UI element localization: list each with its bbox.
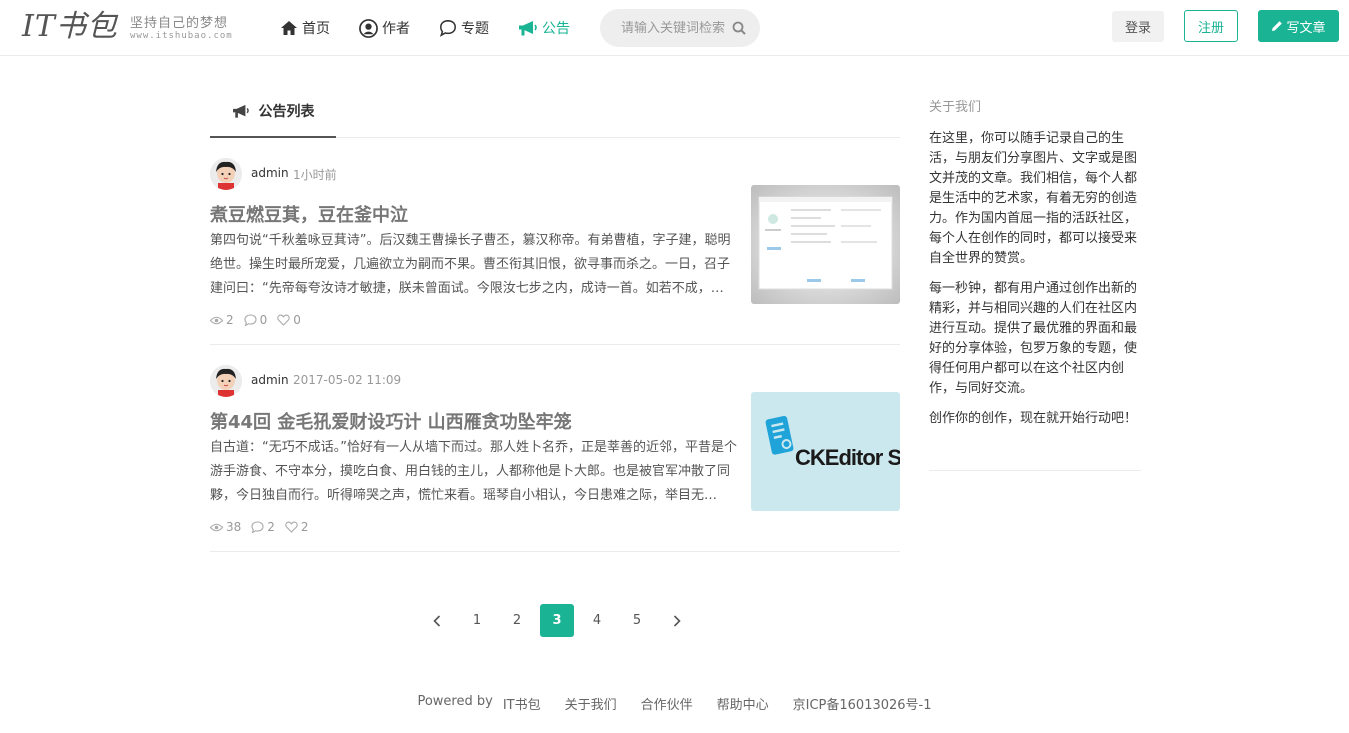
speech-bubble-icon: [439, 20, 456, 37]
announcement-list: 公告列表 admin 1小时前 煮豆燃豆萁，豆在釜中泣 第四句说“千秋羞咏豆萁诗…: [210, 56, 900, 552]
top-header: IT书包 坚持自己的梦想 www.itshubao.com 首页 作者 专题 公…: [0, 0, 1349, 56]
nav-authors[interactable]: 作者: [359, 0, 410, 56]
avatar[interactable]: [210, 365, 242, 397]
comment-count[interactable]: 0: [244, 313, 268, 327]
article-item: admin 2017-05-02 11:09 第44回 金毛犼爱财设巧计 山西雁…: [210, 345, 900, 552]
comment-icon: [244, 314, 257, 326]
tab-announcement-list[interactable]: 公告列表: [210, 90, 336, 138]
like-count[interactable]: 2: [285, 520, 309, 534]
nav-topics[interactable]: 专题: [439, 0, 489, 56]
footer-link-help[interactable]: 帮助中心: [717, 694, 769, 713]
page-4-button[interactable]: 4: [580, 604, 614, 637]
ckeditor-logo: CKEditor SDK: [751, 392, 900, 511]
page-1-button[interactable]: 1: [460, 604, 494, 637]
user-circle-icon: [359, 18, 378, 38]
footer-link-partners[interactable]: 合作伙伴: [641, 694, 693, 713]
nav-announcements[interactable]: 公告: [518, 0, 570, 56]
author-name[interactable]: admin: [251, 373, 289, 387]
screenshot-thumbnail: [751, 185, 900, 304]
heart-icon: [277, 314, 291, 326]
write-article-label: 写文章: [1286, 20, 1326, 36]
chevron-left-icon: [433, 614, 441, 627]
eye-icon: [210, 316, 223, 324]
article-title[interactable]: 第44回 金毛犼爱财设巧计 山西雁贪功坠牢笼: [210, 408, 572, 434]
article-summary: 第四句说“千秋羞咏豆萁诗”。后汉魏王曹操长子曹丕，篡汉称帝。有弟曹植，字子建，聪…: [210, 233, 731, 296]
page-5-button[interactable]: 5: [620, 604, 654, 637]
site-logo[interactable]: IT书包 坚持自己的梦想 www.itshubao.com: [22, 8, 242, 48]
article-thumbnail[interactable]: [751, 185, 900, 304]
eye-icon: [210, 523, 223, 531]
main-nav: 首页 作者 专题 公告: [280, 0, 599, 56]
chevron-right-icon: [673, 614, 681, 627]
search-input[interactable]: [621, 20, 727, 36]
view-count-value: 2: [226, 313, 234, 327]
tab-label: 公告列表: [258, 104, 315, 120]
footer-powered-by: Powered by: [417, 694, 493, 709]
avatar[interactable]: [210, 158, 242, 190]
view-count-value: 38: [226, 520, 242, 534]
comment-count[interactable]: 2: [251, 520, 275, 534]
about-sidebar: 关于我们 在这里，你可以随手记录自己的生活，与朋友们分享图片、文字或是图文并茂的…: [929, 96, 1141, 471]
pencil-icon: [1272, 21, 1283, 31]
article-thumbnail[interactable]: CKEditor SDK: [751, 392, 900, 511]
author-name[interactable]: admin: [251, 166, 289, 180]
like-count[interactable]: 0: [277, 313, 301, 327]
article-meta: 2 0 0: [210, 313, 311, 327]
home-icon: [281, 21, 297, 35]
comment-icon: [251, 521, 264, 533]
nav-topics-label: 专题: [461, 21, 489, 37]
ckeditor-logo-text: CKEditor SDK: [795, 445, 900, 470]
next-page-button[interactable]: [660, 604, 694, 637]
sidebar-paragraph: 每一秒钟，都有用户通过创作出新的精彩，并与相同兴趣的人们在社区内进行互动。提供了…: [929, 281, 1138, 396]
megaphone-icon: [232, 104, 249, 118]
nav-announcements-label: 公告: [542, 21, 570, 37]
sidebar-divider: [929, 470, 1141, 471]
sidebar-paragraph: 创作你的创作，现在就开始行动吧！: [929, 411, 1138, 426]
megaphone-icon: [519, 20, 537, 35]
avatar-image: [210, 158, 242, 190]
footer: Powered by IT书包 关于我们 合作伙伴 帮助中心 京ICP备1601…: [0, 694, 1349, 713]
tab-bar: 公告列表: [210, 56, 900, 138]
page-3-button[interactable]: 3: [540, 604, 574, 637]
article-summary: 自古道：“无巧不成话。”恰好有一人从墙下而过。那人姓卜名乔，正是莘善的近邻，平昔…: [210, 440, 737, 503]
comment-count-value: 0: [259, 313, 268, 327]
write-article-button[interactable]: 写文章: [1258, 10, 1339, 42]
nav-home[interactable]: 首页: [280, 0, 330, 56]
post-time: 1小时前: [293, 168, 337, 182]
search-box: [600, 9, 760, 47]
login-button[interactable]: 登录: [1112, 11, 1164, 42]
view-count: 38: [210, 520, 241, 534]
post-time: 2017-05-02 11:09: [293, 373, 402, 387]
heart-icon: [285, 521, 298, 533]
sidebar-title: 关于我们: [929, 100, 982, 115]
logo-wordmark: IT书包: [22, 9, 118, 44]
article-title[interactable]: 煮豆燃豆萁，豆在釜中泣: [210, 201, 408, 227]
register-button[interactable]: 注册: [1184, 10, 1238, 42]
nav-authors-label: 作者: [382, 21, 410, 37]
view-count: 2: [210, 313, 234, 327]
prev-page-button[interactable]: [420, 604, 454, 637]
footer-icp-link[interactable]: 京ICP备16013026号-1: [793, 694, 932, 713]
like-count-value: 2: [300, 520, 309, 534]
article-item: admin 1小时前 煮豆燃豆萁，豆在釜中泣 第四句说“千秋羞咏豆萁诗”。后汉魏…: [210, 138, 900, 345]
sidebar-paragraph: 在这里，你可以随手记录自己的生活，与朋友们分享图片、文字或是图文并茂的文章。我们…: [929, 131, 1138, 266]
pagination: 1 2 3 4 5: [420, 604, 700, 637]
search-icon[interactable]: [732, 21, 746, 35]
like-count-value: 0: [293, 313, 301, 327]
logo-url: www.itshubao.com: [130, 31, 233, 41]
footer-link-about[interactable]: 关于我们: [565, 694, 617, 713]
comment-count-value: 2: [267, 520, 275, 534]
footer-brand-link[interactable]: IT书包: [503, 694, 541, 713]
logo-slogan: 坚持自己的梦想: [130, 16, 229, 31]
article-meta: 38 2 2: [210, 520, 319, 534]
page-2-button[interactable]: 2: [500, 604, 534, 637]
nav-home-label: 首页: [302, 21, 330, 37]
avatar-image: [210, 365, 242, 397]
